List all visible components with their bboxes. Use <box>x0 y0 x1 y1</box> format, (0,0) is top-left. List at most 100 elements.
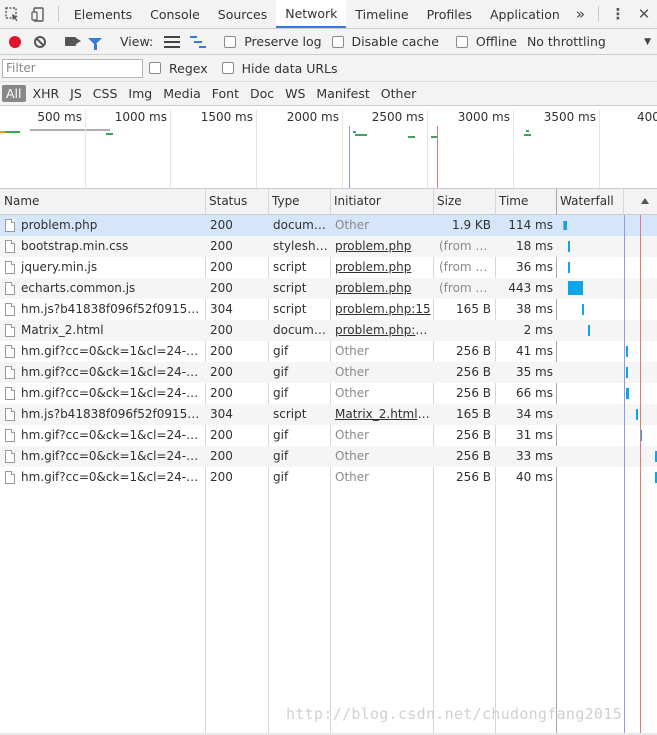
request-initiator[interactable]: problem.php <box>335 257 431 278</box>
column-header-time[interactable]: Time <box>495 189 528 215</box>
table-row[interactable]: hm.gif?cc=0&ck=1&cl=24-bit&d… 200 gif Other… <box>0 446 657 467</box>
type-filter-ws[interactable]: WS <box>281 85 309 102</box>
regex-checkbox[interactable] <box>149 62 161 74</box>
table-row[interactable]: bootstrap.min.css 200 stylesh… problem.php (… <box>0 236 657 257</box>
request-name[interactable]: hm.gif?cc=0&ck=1&cl=24-bit&d… <box>21 362 203 383</box>
tab-elements[interactable]: Elements <box>65 0 141 28</box>
type-filter-other[interactable]: Other <box>377 85 421 102</box>
request-status: 200 <box>210 470 233 484</box>
type-filter-xhr[interactable]: XHR <box>29 85 64 102</box>
request-name[interactable]: jquery.min.js <box>21 257 203 278</box>
record-button[interactable] <box>2 29 27 55</box>
table-row[interactable]: hm.gif?cc=0&ck=1&cl=24-bit&d… 200 gif Other… <box>0 425 657 446</box>
table-row[interactable]: problem.php 200 docume… Other 1.9 KB 114 ms <box>0 215 657 236</box>
column-header-status[interactable]: Status <box>205 189 247 215</box>
type-filter-doc[interactable]: Doc <box>246 85 278 102</box>
close-icon[interactable]: ✕ <box>631 0 657 28</box>
waterfall-bar[interactable] <box>636 409 638 420</box>
type-filter-css[interactable]: CSS <box>89 85 122 102</box>
request-name[interactable]: hm.gif?cc=0&ck=1&cl=24-bit&d… <box>21 341 203 362</box>
request-name[interactable]: hm.gif?cc=0&ck=1&cl=24-bit&d… <box>21 425 203 446</box>
table-row[interactable]: hm.gif?cc=0&ck=1&cl=24-bit&d… 200 gif Other… <box>0 362 657 383</box>
table-row[interactable]: Matrix_2.html 200 docume… problem.php:189 2 … <box>0 320 657 341</box>
type-filter-js[interactable]: JS <box>66 85 86 102</box>
filter-toggle-button[interactable] <box>83 29 107 55</box>
preserve-log-checkbox[interactable] <box>224 35 237 48</box>
overview-toggle-icon[interactable] <box>190 35 207 48</box>
request-type: script <box>273 302 307 316</box>
waterfall-bar[interactable] <box>626 388 629 399</box>
request-name[interactable]: echarts.common.js <box>21 278 203 299</box>
throttling-dropdown-icon[interactable]: ▼ <box>644 37 651 47</box>
clear-button[interactable] <box>27 29 52 55</box>
capture-screenshots-button[interactable] <box>61 29 83 55</box>
request-initiator[interactable]: problem.php <box>335 278 431 299</box>
sort-ascending-icon[interactable] <box>641 198 649 204</box>
request-time: 31 ms <box>515 428 553 442</box>
waterfall-bar[interactable] <box>568 262 570 273</box>
request-initiator[interactable]: Matrix_2.html:16 <box>335 404 431 425</box>
table-row[interactable]: jquery.min.js 200 script problem.php (from d… <box>0 257 657 278</box>
tab-profiles[interactable]: Profiles <box>418 0 481 28</box>
column-header-waterfall[interactable]: Waterfall <box>556 189 614 215</box>
request-initiator[interactable]: problem.php <box>335 236 431 257</box>
large-rows-icon[interactable] <box>164 35 181 48</box>
device-toolbar-icon[interactable] <box>26 0 52 28</box>
request-size <box>435 320 491 341</box>
throttling-select[interactable]: No throttling <box>527 34 606 49</box>
request-name[interactable]: hm.gif?cc=0&ck=1&cl=24-bit&d… <box>21 383 203 404</box>
overview-gridline <box>170 110 171 188</box>
tab-sources[interactable]: Sources <box>209 0 276 28</box>
waterfall-bar[interactable] <box>564 221 567 230</box>
type-filter-media[interactable]: Media <box>159 85 205 102</box>
overview-bar <box>408 136 415 138</box>
request-name[interactable]: hm.js?b41838f096f52f0915380… <box>21 299 203 320</box>
type-filter-manifest[interactable]: Manifest <box>312 85 373 102</box>
table-row[interactable]: hm.gif?cc=0&ck=1&cl=24-bit&d… 200 gif Other… <box>0 341 657 362</box>
table-row[interactable]: hm.js?b41838f096f52f0915380… 304 script pro… <box>0 299 657 320</box>
column-header-type[interactable]: Type <box>268 189 300 215</box>
waterfall-bar[interactable] <box>568 281 583 295</box>
tab-timeline[interactable]: Timeline <box>346 0 417 28</box>
request-name[interactable]: Matrix_2.html <box>21 320 203 341</box>
type-filter-all[interactable]: All <box>2 85 26 102</box>
disable-cache-checkbox[interactable] <box>331 35 344 48</box>
table-row[interactable]: hm.gif?cc=0&ck=1&cl=24-bit&d… 200 gif Other… <box>0 383 657 404</box>
request-initiator[interactable]: problem.php:15 <box>335 299 431 320</box>
waterfall-bar[interactable] <box>626 367 628 378</box>
table-row[interactable]: hm.gif?cc=0&ck=1&cl=24-bit&d… 200 gif Other… <box>0 467 657 488</box>
request-name[interactable]: hm.gif?cc=0&ck=1&cl=24-bit&d… <box>21 467 203 488</box>
type-filter-img[interactable]: Img <box>124 85 156 102</box>
request-time: 38 ms <box>515 302 553 316</box>
watermark-text: http://blog.csdn.net/chudongfang2015 <box>286 705 622 723</box>
tab-network[interactable]: Network <box>276 0 347 28</box>
waterfall-bar[interactable] <box>626 346 628 357</box>
regex-label: Regex <box>169 60 208 76</box>
filter-input[interactable] <box>2 58 143 78</box>
column-header-name[interactable]: Name <box>0 189 39 215</box>
more-tabs-icon[interactable]: » <box>569 0 592 28</box>
request-name[interactable]: problem.php <box>21 215 203 236</box>
offline-checkbox[interactable] <box>455 35 468 48</box>
waterfall-bar[interactable] <box>588 325 590 336</box>
waterfall-bar[interactable] <box>582 304 584 315</box>
request-name[interactable]: hm.gif?cc=0&ck=1&cl=24-bit&d… <box>21 446 203 467</box>
overview-bar <box>353 131 356 133</box>
column-header-initiator[interactable]: Initiator <box>330 189 381 215</box>
request-initiator[interactable]: problem.php:189 <box>335 320 431 341</box>
type-filter-font[interactable]: Font <box>208 85 243 102</box>
menu-icon[interactable]: ⋮ <box>605 0 631 28</box>
request-name[interactable]: bootstrap.min.css <box>21 236 203 257</box>
network-overview[interactable]: 500 ms 1000 ms 1500 ms 2000 ms 2500 ms 3000 m… <box>0 106 657 189</box>
table-row[interactable]: hm.js?b41838f096f52f0915380… 304 script Mat… <box>0 404 657 425</box>
table-row[interactable]: echarts.common.js 200 script problem.php (fr… <box>0 278 657 299</box>
tab-application[interactable]: Application <box>481 0 569 28</box>
inspect-element-icon[interactable] <box>0 0 26 28</box>
file-icon <box>5 387 15 400</box>
request-name[interactable]: hm.js?b41838f096f52f0915380… <box>21 404 203 425</box>
waterfall-bar[interactable] <box>568 241 570 252</box>
column-header-size[interactable]: Size <box>433 189 462 215</box>
filter-icon <box>88 38 102 50</box>
hide-data-urls-checkbox[interactable] <box>221 62 234 74</box>
tab-console[interactable]: Console <box>141 0 209 28</box>
